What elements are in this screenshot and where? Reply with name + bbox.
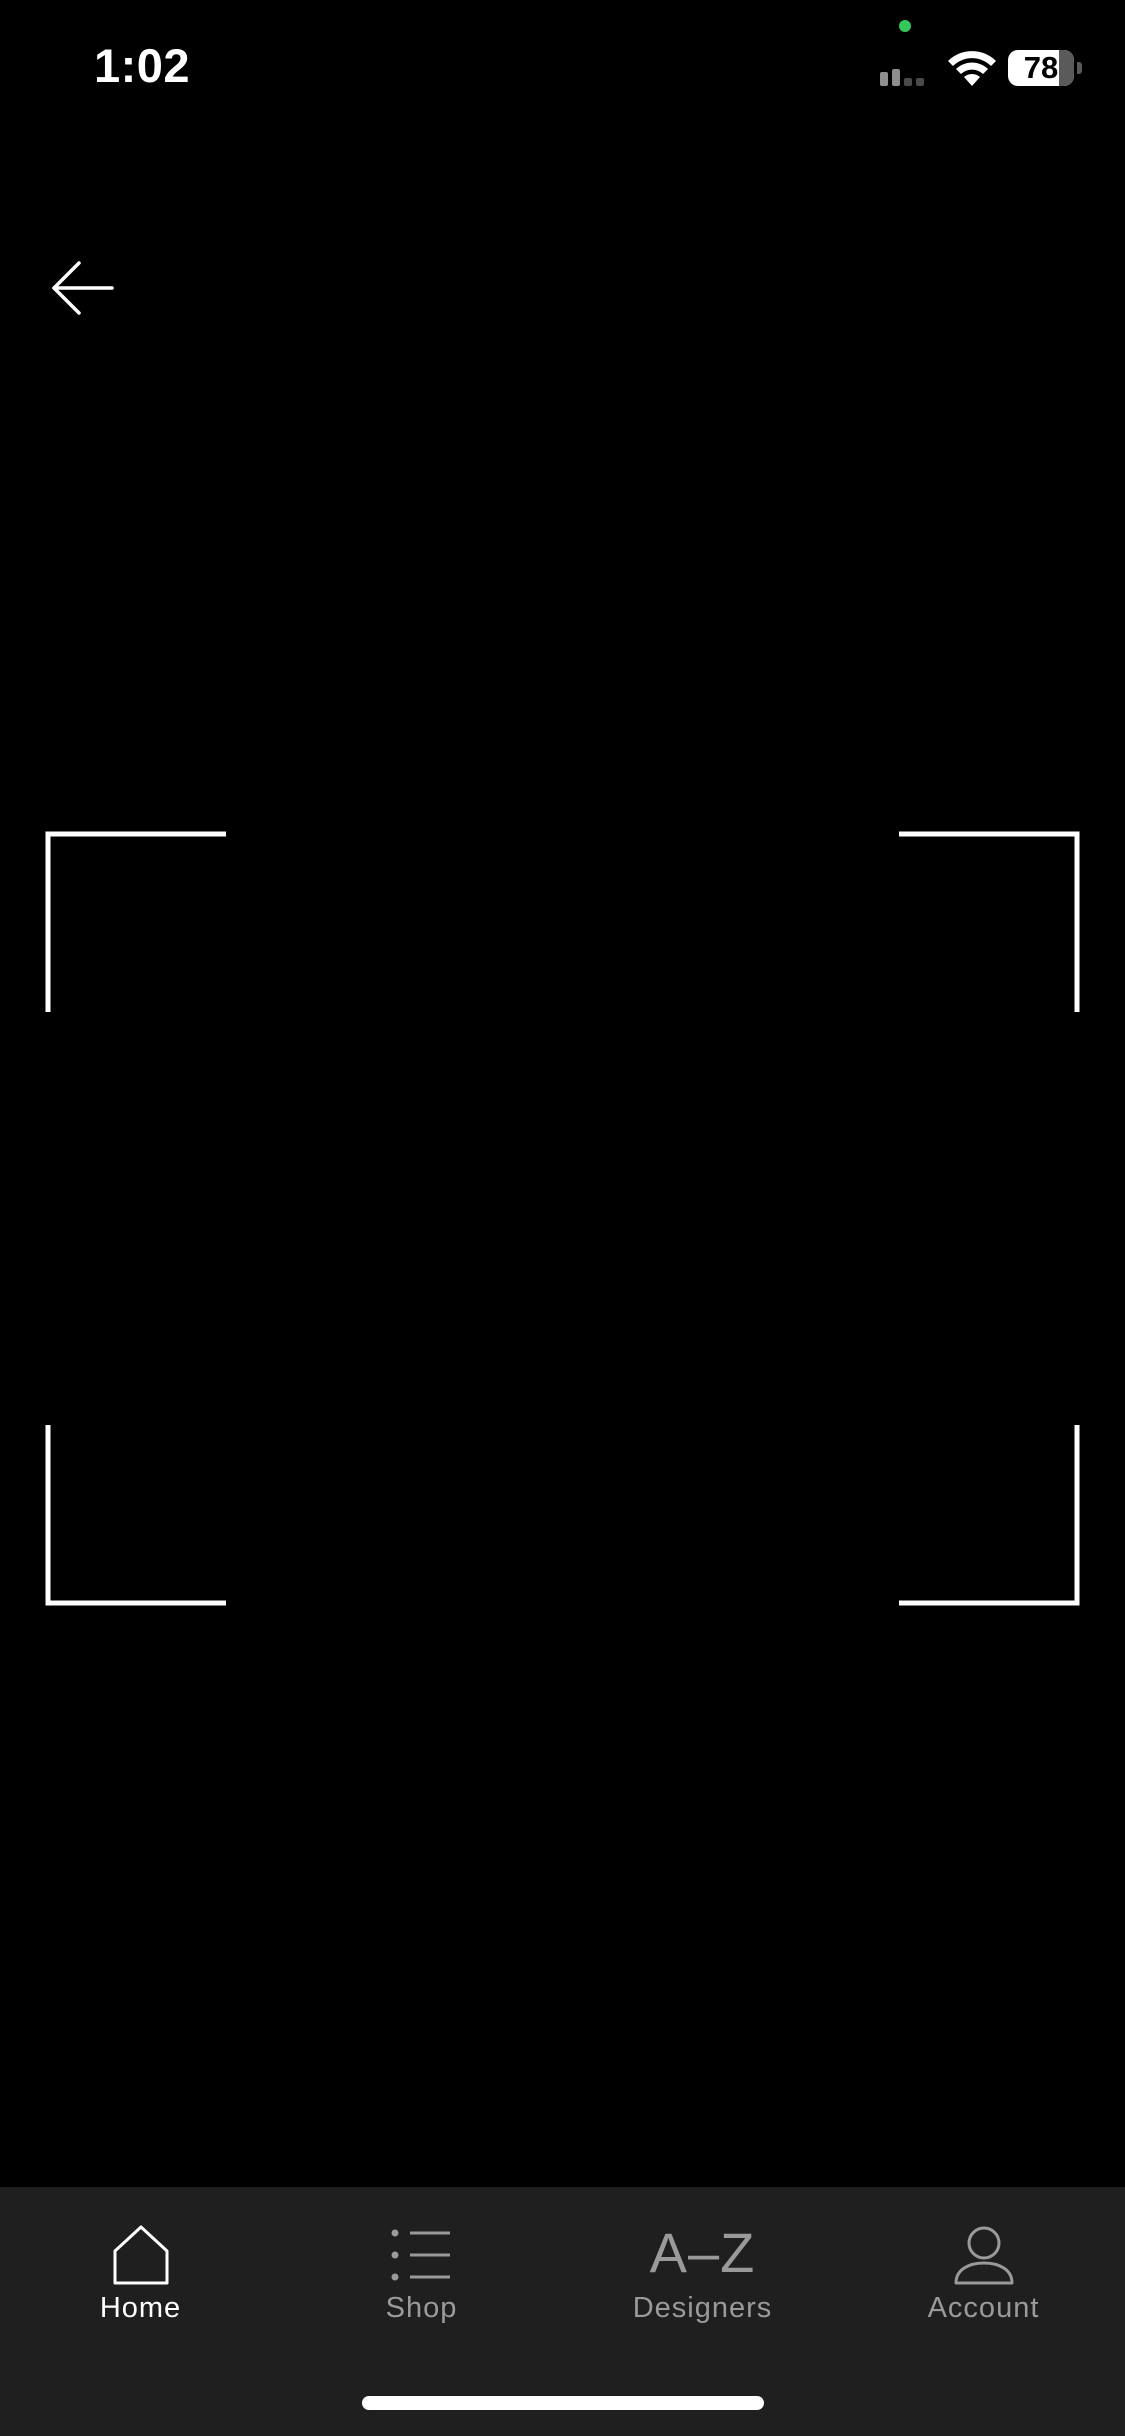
person-icon	[954, 2226, 1013, 2285]
tab-home[interactable]: Home	[0, 2187, 281, 2347]
status-time: 1:02	[94, 39, 191, 92]
battery-indicator: 78	[1008, 50, 1082, 88]
back-button[interactable]	[40, 240, 130, 330]
viewfinder-corner-bottom-right	[899, 1425, 1080, 1606]
tab-designers-label: Designers	[632, 2292, 773, 2324]
viewfinder-corner-bottom-left	[45, 1425, 226, 1606]
tab-home-label: Home	[99, 2292, 182, 2324]
status-bar: 1:02 78	[0, 0, 1125, 140]
tab-account-label: Account	[927, 2292, 1040, 2324]
arrow-left-icon	[52, 261, 114, 315]
tab-shop-label: Shop	[385, 2292, 458, 2324]
home-indicator[interactable]	[362, 2396, 764, 2410]
cellular-signal-icon	[880, 69, 924, 86]
battery-icon: 78	[1008, 50, 1074, 86]
home-icon	[113, 2225, 168, 2285]
a-z-icon: A–Z	[649, 2221, 756, 2284]
wifi-icon	[948, 51, 996, 86]
tab-designers[interactable]: A–Z Designers	[562, 2187, 843, 2347]
viewfinder-corner-top-right	[899, 831, 1080, 1012]
tab-shop[interactable]: Shop	[281, 2187, 562, 2347]
list-icon	[391, 2229, 450, 2281]
privacy-indicator-dot	[899, 20, 911, 32]
battery-level-text: 78	[1023, 50, 1059, 85]
scan-viewfinder	[45, 831, 1080, 1606]
battery-cap	[1077, 62, 1082, 74]
viewfinder-corner-top-left	[45, 831, 226, 1012]
tab-account[interactable]: Account	[843, 2187, 1124, 2347]
